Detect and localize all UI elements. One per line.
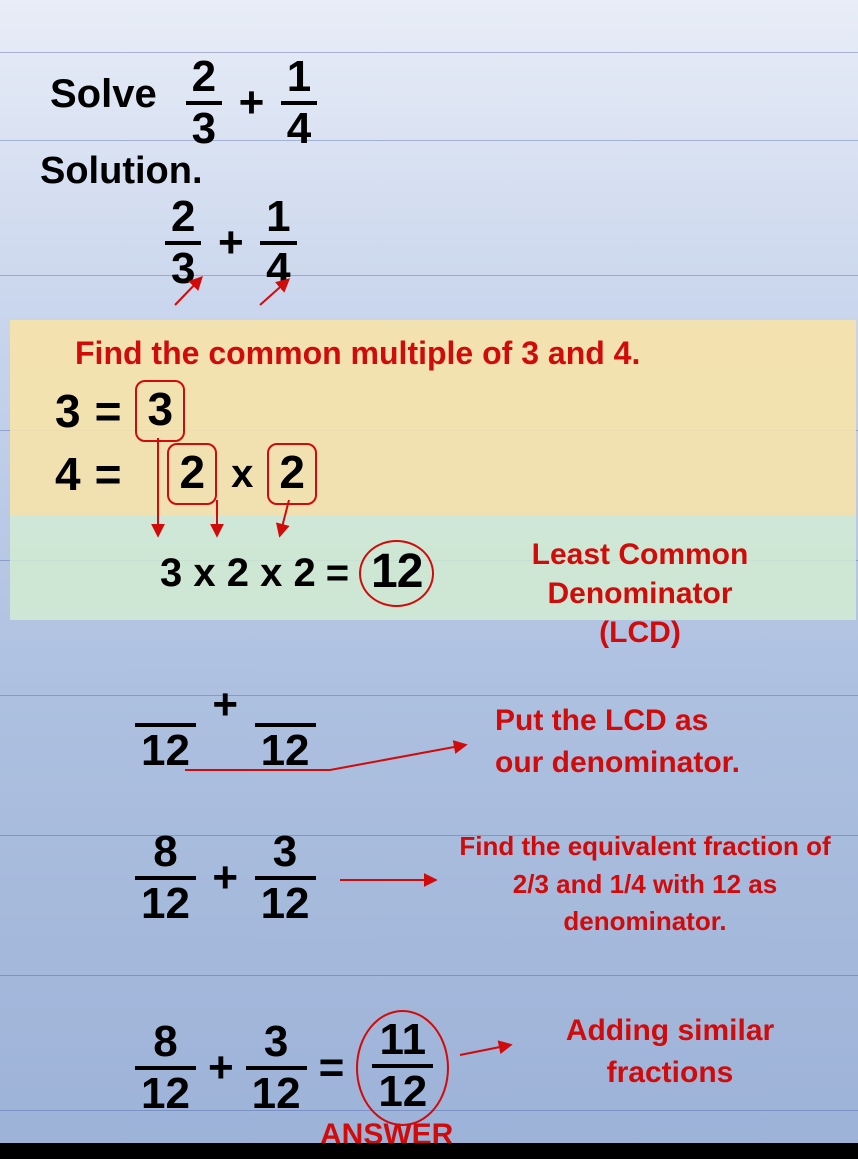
frac-den: 12 (255, 876, 316, 926)
frac-den: 12 (135, 876, 196, 926)
lcd-result-circled: 12 (359, 540, 434, 607)
equals-sign: = (95, 447, 122, 501)
lcd-caption: Least Common Denominator (LCD) (440, 535, 840, 652)
frac-num-blank (265, 693, 305, 723)
frac-num: 8 (147, 830, 183, 876)
step-equivalent-fractions: 8 12 + 3 12 (135, 830, 316, 926)
frac-num: 3 (267, 830, 303, 876)
put-lcd-caption: Put the LCD as our denominator. (495, 700, 740, 784)
lcd-expr: 3 x 2 x 2 (160, 551, 316, 596)
factor-row-4: 4 = 2 x 2 (55, 443, 317, 505)
frac-den: 12 (135, 1066, 196, 1116)
result-fraction: 11 12 (372, 1018, 433, 1114)
restated-expression: 2 3 + 1 4 (165, 195, 297, 291)
frac-num: 1 (281, 55, 317, 101)
solution-heading: Solution. (40, 150, 203, 193)
frac-den: 12 (372, 1064, 433, 1114)
restated-fraction-1: 2 3 (165, 195, 201, 291)
adding-caption: Adding similar fractions (530, 1010, 810, 1094)
factor-lhs: 3 (55, 384, 81, 438)
blank-fraction-1: 12 (135, 693, 196, 773)
frac-num-blank (145, 693, 185, 723)
factor-boxed-2a: 2 (167, 443, 217, 505)
lcd-caption-line1: Least Common Denominator (440, 535, 840, 613)
lcd-caption-line2: (LCD) (440, 613, 840, 652)
times-sign: x (231, 452, 253, 497)
plus-op: + (196, 1043, 246, 1093)
lcd-computation: 3 x 2 x 2 = 12 (160, 540, 434, 607)
caption-line: Adding similar (530, 1010, 810, 1052)
eq-fraction-1: 8 12 (135, 830, 196, 926)
frac-den: 4 (281, 101, 317, 151)
problem-row: Solve 2 3 + 1 4 (50, 55, 317, 151)
factor-row-3: 3 = 3 (55, 380, 185, 442)
frac-den: 12 (135, 723, 196, 773)
plus-op: + (206, 218, 256, 268)
footer-bar (0, 1143, 858, 1159)
plus-op: + (200, 853, 250, 903)
caption-line: fractions (530, 1052, 810, 1094)
frac-den: 4 (260, 241, 296, 291)
sum-fraction-2: 3 12 (246, 1020, 307, 1116)
factor-boxed-2b: 2 (267, 443, 317, 505)
frac-num: 3 (258, 1020, 294, 1066)
frac-num: 1 (260, 195, 296, 241)
frac-den: 3 (165, 241, 201, 291)
result-oval: 11 12 (356, 1010, 449, 1126)
step-put-denominator: 12 + 12 (135, 680, 316, 773)
frac-num: 8 (147, 1020, 183, 1066)
equals-sign: = (95, 384, 122, 438)
caption-line: Find the equivalent fraction of (450, 828, 840, 866)
sum-fraction-1: 8 12 (135, 1020, 196, 1116)
frac-den: 12 (255, 723, 316, 773)
solve-label: Solve (50, 72, 157, 116)
caption-line: denominator. (450, 903, 840, 941)
equals-sign: = (307, 1043, 357, 1093)
caption-line: 2/3 and 1/4 with 12 as (450, 866, 840, 904)
eq-fraction-2: 3 12 (255, 830, 316, 926)
frac-den: 3 (186, 101, 222, 151)
caption-line: Put the LCD as (495, 700, 740, 742)
problem-fraction-2: 1 4 (281, 55, 317, 151)
factor-lhs: 4 (55, 447, 81, 501)
factor-boxed-3: 3 (135, 380, 185, 442)
frac-num: 11 (374, 1018, 433, 1064)
plus-op: + (200, 680, 250, 730)
blank-fraction-2: 12 (255, 693, 316, 773)
frac-num: 2 (165, 195, 201, 241)
equivalent-caption: Find the equivalent fraction of 2/3 and … (450, 828, 840, 941)
find-common-note: Find the common multiple of 3 and 4. (75, 335, 640, 372)
plus-op: + (227, 78, 277, 128)
step-sum: 8 12 + 3 12 = 11 12 (135, 1010, 449, 1126)
equals-sign: = (326, 551, 349, 596)
frac-den: 12 (246, 1066, 307, 1116)
restated-fraction-2: 1 4 (260, 195, 296, 291)
caption-line: our denominator. (495, 742, 740, 784)
frac-num: 2 (186, 55, 222, 101)
problem-fraction-1: 2 3 (186, 55, 222, 151)
